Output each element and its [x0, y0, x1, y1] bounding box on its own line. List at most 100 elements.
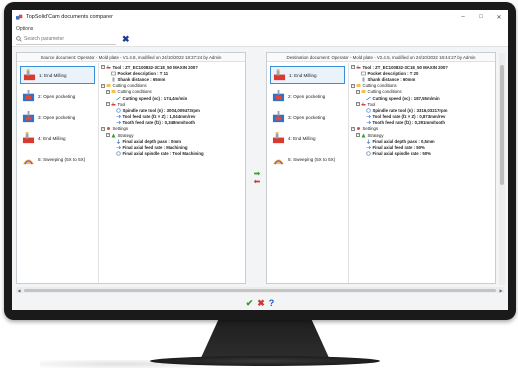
tree-node-label: Final axial depth pass : 0,5mm — [372, 138, 435, 144]
collapse-toggle-icon[interactable]: − — [351, 65, 355, 70]
tree-node-label: Final axial feed rate : 50% — [372, 145, 425, 151]
tree-node-label: Tool feed rate (fz × Z) : 0,873mm/rev — [372, 114, 446, 120]
vertical-scrollbar[interactable] — [499, 53, 505, 285]
operation-item[interactable]: 3: Open pocketing — [20, 108, 95, 126]
open-pocketing-icon — [272, 110, 285, 124]
transfer-arrows: ➡ ⬅ — [251, 170, 263, 186]
operation-label: 4: End Milling — [38, 135, 66, 141]
search-placeholder: Search parameter — [24, 36, 65, 42]
collapse-toggle-icon[interactable]: − — [101, 126, 105, 131]
spindle-icon — [116, 108, 121, 113]
horizontal-scrollbar[interactable]: ◀ ▶ — [16, 287, 504, 293]
sweeping-icon — [22, 153, 35, 166]
operation-label: 3: Open pocketing — [288, 114, 326, 120]
window-controls: – □ ✕ — [454, 14, 508, 21]
tree-node-label: Tool : ZT_EC100832-3C18_50 MAXIN 200? — [362, 64, 448, 70]
shank-icon — [362, 77, 365, 82]
collapse-toggle-icon[interactable]: − — [356, 102, 360, 107]
menu-options[interactable]: Options — [16, 26, 33, 32]
operation-item[interactable]: 5: Sweeping (5X to 5X) — [270, 150, 345, 168]
pocket-icon — [111, 71, 116, 76]
collapse-toggle-icon[interactable]: − — [101, 65, 105, 70]
collapse-toggle-icon[interactable]: − — [106, 102, 110, 107]
help-button[interactable]: ? — [269, 298, 275, 308]
minimize-button[interactable]: – — [454, 14, 472, 21]
destination-parameter-tree: − Tool : ZT_EC100832-3C18_50 MAXIN 200? Po… — [351, 64, 493, 283]
destination-header: Destination document: Operator - Mold pl… — [267, 53, 495, 62]
collapse-toggle-icon[interactable]: − — [351, 126, 355, 131]
clear-search-icon[interactable]: ✖ — [122, 35, 130, 44]
tree-node-label: Cutting conditions — [112, 83, 147, 89]
shank-icon — [112, 77, 115, 82]
operation-item[interactable]: 4: End Milling — [20, 129, 95, 147]
strategy-icon — [111, 133, 116, 138]
close-button[interactable]: ✕ — [490, 14, 508, 21]
feed-icon — [366, 114, 371, 119]
operation-item[interactable]: 1: End Milling — [270, 66, 345, 84]
feed-icon — [116, 114, 121, 119]
search-input[interactable]: Search parameter — [16, 35, 116, 45]
source-parameter-tree: − Tool : ZT_EC100832-3C18_50 MAXIN 200? Po… — [101, 64, 243, 283]
tree-node-label: Tool — [117, 101, 126, 107]
tree-node-label: Cutting speed (vc) : 187,55m/min — [372, 95, 440, 101]
conditions-icon — [361, 90, 366, 94]
source-panel: Source document: Operator - Mold plate -… — [16, 52, 246, 284]
tree-node[interactable]: Final axial spindle rate : 50% — [351, 151, 493, 157]
tree-node[interactable]: Final axial spindle rate : Tool Machinin… — [101, 151, 243, 157]
sweeping-icon — [272, 153, 285, 166]
operation-label: 1: End Milling — [39, 72, 67, 78]
operation-item[interactable]: 5: Sweeping (5X to 5X) — [20, 150, 95, 168]
operation-item[interactable]: 3: Open pocketing — [270, 108, 345, 126]
dialog-footer: ✔ ✖ ? — [12, 296, 508, 310]
collapse-toggle-icon[interactable]: − — [106, 133, 110, 138]
depth-icon — [116, 139, 121, 144]
tree-node-label: Shank distance : 60mm — [367, 76, 416, 82]
collapse-toggle-icon[interactable]: − — [351, 83, 355, 88]
feed-icon — [366, 121, 371, 125]
copy-left-arrow-icon[interactable]: ⬅ — [254, 178, 261, 186]
app-window: TopSolid'Cam documents comparer – □ ✕ Op… — [12, 10, 508, 310]
operation-label: 2: Open pocketing — [288, 93, 326, 99]
search-row: Search parameter ✖ — [12, 33, 508, 47]
operation-item[interactable]: 2: Open pocketing — [20, 87, 95, 105]
tree-node-label: Tool : ZT_EC100832-3C18_50 MAXIN 200? — [112, 64, 198, 70]
collapse-toggle-icon[interactable]: − — [101, 83, 105, 88]
ok-button[interactable]: ✔ — [246, 298, 254, 309]
scroll-thumb[interactable] — [500, 65, 504, 185]
collapse-toggle-icon[interactable]: − — [356, 133, 360, 138]
tree-node-label: Pocket description : T 20 — [367, 70, 419, 76]
comparison-panels: Source document: Operator - Mold plate -… — [16, 52, 505, 292]
depth-icon — [366, 139, 371, 144]
conditions-icon — [111, 90, 116, 94]
speed-icon — [116, 96, 121, 100]
tree-node-label: Cutting conditions — [362, 83, 397, 89]
maximize-button[interactable]: □ — [472, 14, 490, 21]
operation-item[interactable]: 4: End Milling — [270, 129, 345, 147]
horizontal-scroll-thumb[interactable] — [24, 288, 496, 292]
destination-panel: Destination document: Operator - Mold pl… — [266, 52, 505, 285]
tree-node-label: Tooth feed rate (fz) : 0,291mm/tooth — [372, 120, 446, 126]
scroll-left-icon[interactable]: ◀ — [16, 288, 22, 293]
tree-node-label: Strategy — [367, 132, 384, 138]
menu-bar: Options — [12, 24, 508, 33]
operation-item[interactable]: 1: End Milling — [20, 66, 95, 84]
tool-icon — [111, 102, 116, 106]
tree-node-label: Shank distance : 65mm — [117, 76, 166, 82]
cancel-button[interactable]: ✖ — [257, 298, 265, 309]
source-header: Source document: Operator - Mold plate -… — [17, 53, 245, 62]
collapse-toggle-icon[interactable]: − — [356, 89, 360, 94]
feed-icon — [366, 145, 371, 150]
collapse-toggle-icon[interactable]: − — [106, 89, 110, 94]
end-milling-icon — [22, 131, 35, 145]
monitor-bezel: TopSolid'Cam documents comparer – □ ✕ Op… — [4, 2, 516, 320]
tree-node-label: Cutting conditions — [367, 89, 402, 95]
title-bar: TopSolid'Cam documents comparer – □ ✕ — [12, 10, 508, 24]
operation-item[interactable]: 2: Open pocketing — [270, 87, 345, 105]
scroll-right-icon[interactable]: ▶ — [498, 288, 504, 293]
end-milling-icon — [272, 131, 285, 145]
operation-label: 3: Open pocketing — [38, 114, 76, 120]
monitor-stand-base — [150, 356, 380, 366]
operation-label: 5: Sweeping (5X to 5X) — [38, 156, 86, 162]
tree-node-label: Tool feed rate (fz × Z) : 1,044mm/rev — [122, 114, 196, 120]
tree-node-label: Cutting conditions — [117, 89, 152, 95]
